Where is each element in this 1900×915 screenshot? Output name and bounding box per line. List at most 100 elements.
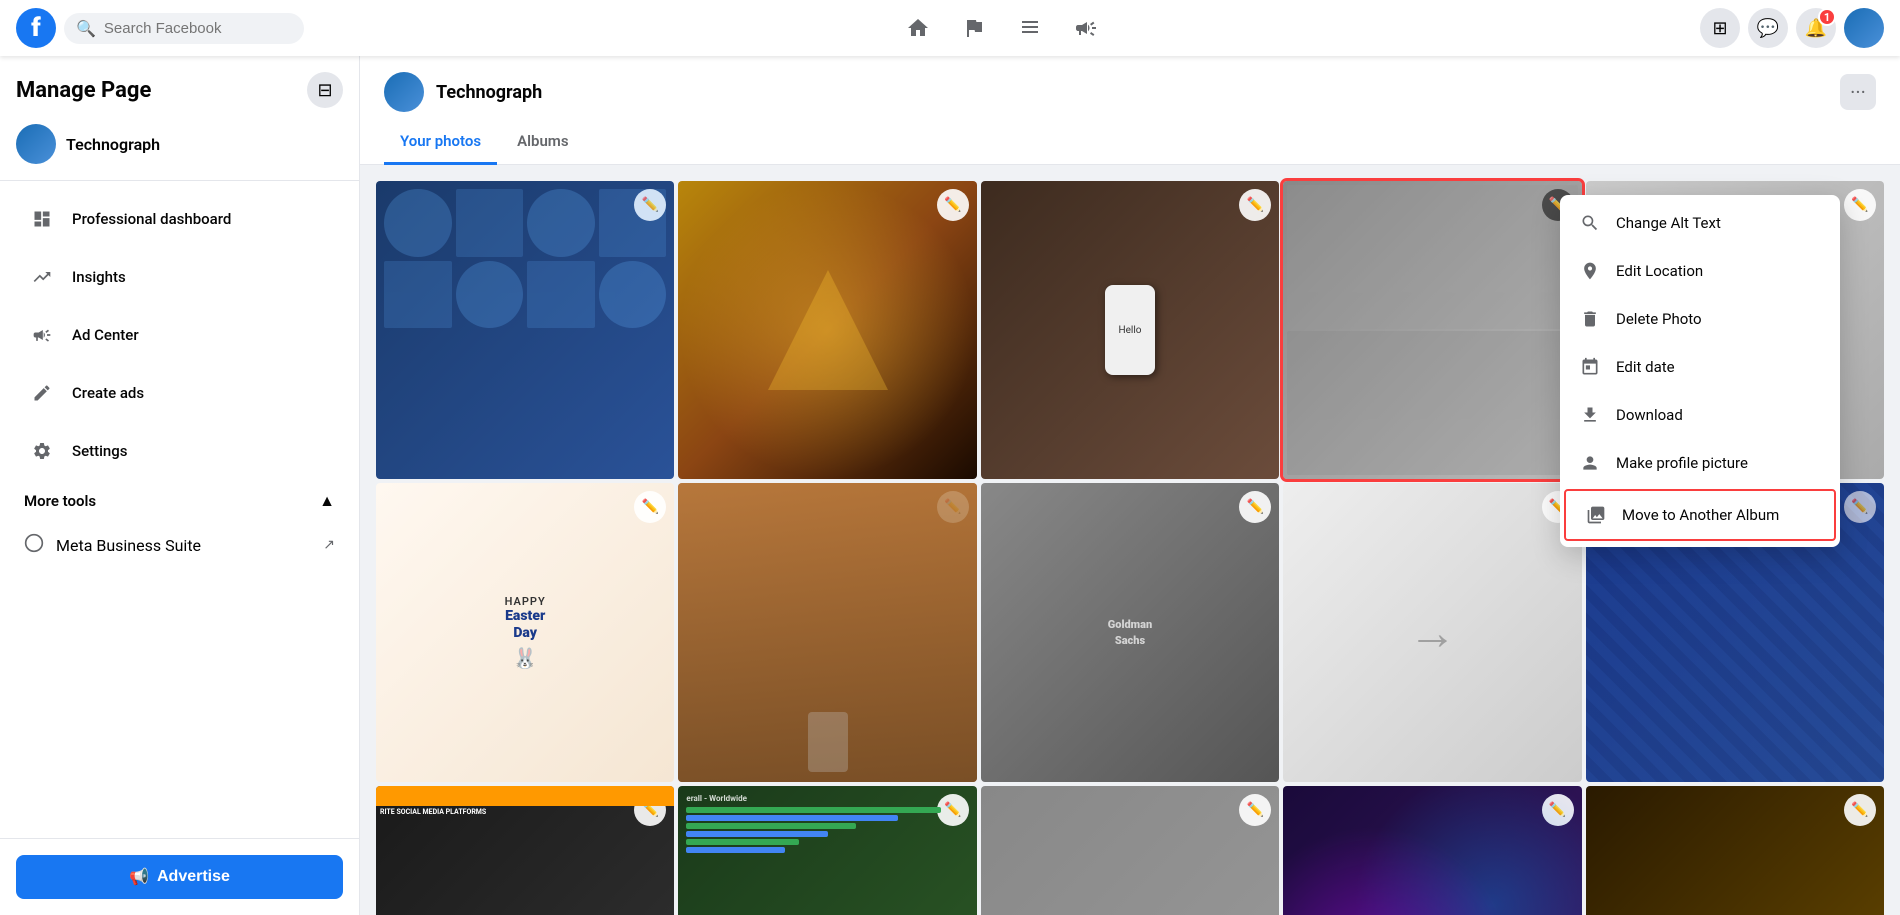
photo-item[interactable]: ✏️ $ — [981, 786, 1279, 915]
sidebar: Manage Page ⊟ Technograph Professional d… — [0, 56, 360, 915]
dashboard-label: Professional dashboard — [72, 210, 231, 228]
search-icon: 🔍 — [76, 19, 96, 38]
ad-center-label: Ad Center — [72, 326, 139, 344]
insights-icon — [24, 259, 60, 295]
flag-nav-icon[interactable] — [950, 4, 998, 52]
main-layout: Manage Page ⊟ Technograph Professional d… — [0, 56, 1900, 915]
more-tools-label: More tools — [24, 492, 96, 510]
sidebar-item-professional-dashboard[interactable]: Professional dashboard — [8, 191, 351, 247]
easter-content: HAPPY EasterDay 🐰 — [376, 483, 674, 781]
photo-item[interactable]: ✏️ GoldmanSachs — [981, 483, 1279, 781]
facebook-logo[interactable]: f — [16, 8, 56, 48]
make-profile-picture-item[interactable]: Make profile picture — [1560, 439, 1840, 487]
content-area: Technograph ··· Your photos Albums ✏️ — [360, 56, 1900, 915]
photo-item[interactable]: ✏️ — [1283, 181, 1581, 479]
easter-happy-text: HAPPY — [505, 595, 546, 608]
apps-icon-btn[interactable]: ⊞ — [1700, 8, 1740, 48]
sidebar-item-ad-center[interactable]: Ad Center — [8, 307, 351, 363]
content-page-avatar — [384, 72, 424, 112]
edit-date-label: Edit date — [1616, 358, 1675, 376]
download-menu-icon — [1576, 401, 1604, 429]
calendar-menu-icon — [1576, 353, 1604, 381]
chevron-up-icon: ▲ — [319, 491, 335, 511]
megaphone-icon: 📢 — [129, 867, 149, 887]
megaphone-nav-icon[interactable] — [1062, 4, 1110, 52]
create-ads-icon — [24, 375, 60, 411]
page-header-left: Technograph — [384, 72, 542, 112]
delete-menu-icon — [1576, 305, 1604, 333]
tab-albums[interactable]: Albums — [501, 120, 584, 165]
social-text: RITE SOCIAL MEDIA PLATFORMS — [380, 808, 670, 817]
sidebar-header: Manage Page ⊟ — [0, 56, 359, 116]
notifications-icon-btn[interactable]: 🔔 1 — [1796, 8, 1836, 48]
search-input[interactable] — [104, 20, 292, 37]
delete-photo-item[interactable]: Delete Photo — [1560, 295, 1840, 343]
photo-item[interactable]: ✏️ HAPPY EasterDay 🐰 — [376, 483, 674, 781]
content-page-name: Technograph — [436, 82, 542, 103]
photo-item[interactable]: ✏️ — [1283, 786, 1581, 915]
download-label: Download — [1616, 406, 1683, 424]
settings-label: Settings — [72, 442, 128, 460]
page-name-label: Technograph — [66, 135, 160, 154]
insights-label: Insights — [72, 268, 126, 286]
content-header: Technograph ··· Your photos Albums — [360, 56, 1900, 165]
photo-item[interactable]: ✏️ — [678, 483, 976, 781]
notification-badge: 1 — [1818, 8, 1836, 26]
meta-icon — [24, 533, 44, 557]
meta-business-left: Meta Business Suite — [24, 533, 201, 557]
advertise-label: Advertise — [157, 868, 230, 886]
dropdown-menu: Change Alt Text Edit Location Delete Pho… — [1560, 195, 1840, 547]
page-avatar — [16, 124, 56, 164]
sidebar-item-meta-business[interactable]: Meta Business Suite ↗ — [8, 523, 351, 567]
move-to-album-item[interactable]: Move to Another Album — [1564, 489, 1836, 541]
external-link-icon: ↗ — [323, 537, 335, 553]
change-alt-text-item[interactable]: Change Alt Text — [1560, 199, 1840, 247]
nav-right: ⊞ 💬 🔔 1 — [1700, 8, 1884, 48]
edit-location-item[interactable]: Edit Location — [1560, 247, 1840, 295]
create-ads-label: Create ads — [72, 384, 144, 402]
photo-item[interactable]: ✏️ Hello — [981, 181, 1279, 479]
location-menu-icon — [1576, 257, 1604, 285]
move-to-album-label: Move to Another Album — [1622, 506, 1779, 524]
photo-item[interactable]: ✏️ — [376, 181, 674, 479]
easter-day-text: EasterDay — [505, 608, 545, 642]
photo-item[interactable]: ✏️ erall - Worldwide — [678, 786, 976, 915]
advertise-button[interactable]: 📢 Advertise — [16, 855, 343, 899]
social-bar — [376, 786, 674, 806]
meta-business-label: Meta Business Suite — [56, 536, 201, 555]
album-menu-icon — [1582, 501, 1610, 529]
download-item[interactable]: Download — [1560, 391, 1840, 439]
edit-date-item[interactable]: Edit date — [1560, 343, 1840, 391]
nav-left: f 🔍 — [16, 8, 304, 48]
user-avatar-btn[interactable] — [1844, 8, 1884, 48]
sidebar-title: Manage Page — [16, 78, 151, 103]
sidebar-footer: 📢 Advertise — [0, 838, 359, 915]
photo-item[interactable]: ✏️ ₿ ◆ — [1586, 786, 1884, 915]
photo-item[interactable]: ✏️ → — [1283, 483, 1581, 781]
top-navigation: f 🔍 ⊞ 💬 🔔 1 — [0, 0, 1900, 56]
change-alt-text-label: Change Alt Text — [1616, 214, 1721, 232]
tab-your-photos[interactable]: Your photos — [384, 120, 497, 165]
home-nav-icon[interactable] — [894, 4, 942, 52]
delete-photo-label: Delete Photo — [1616, 310, 1702, 328]
sidebar-toggle-btn[interactable]: ⊟ — [307, 72, 343, 108]
sidebar-nav: Professional dashboard Insights Ad Cente… — [0, 181, 359, 838]
photo-item[interactable]: ✏️ — [678, 181, 976, 479]
page-header-row: Technograph ··· — [384, 56, 1876, 120]
sidebar-item-insights[interactable]: Insights — [8, 249, 351, 305]
ad-center-icon — [24, 317, 60, 353]
search-menu-icon — [1576, 209, 1604, 237]
page-identity: Technograph — [0, 116, 359, 181]
more-options-button[interactable]: ··· — [1840, 74, 1876, 110]
nav-center — [304, 4, 1700, 52]
sidebar-item-settings[interactable]: Settings — [8, 423, 351, 479]
search-bar[interactable]: 🔍 — [64, 13, 304, 44]
dashboard-icon — [24, 201, 60, 237]
more-tools-header[interactable]: More tools ▲ — [8, 481, 351, 521]
messenger-icon-btn[interactable]: 💬 — [1748, 8, 1788, 48]
edit-photo-btn[interactable]: ✏️ — [1844, 189, 1876, 221]
tabs-row: Your photos Albums — [384, 120, 1876, 164]
sidebar-item-create-ads[interactable]: Create ads — [8, 365, 351, 421]
photo-item[interactable]: ✏️ RITE SOCIAL MEDIA PLATFORMS — [376, 786, 674, 915]
marketplace-nav-icon[interactable] — [1006, 4, 1054, 52]
